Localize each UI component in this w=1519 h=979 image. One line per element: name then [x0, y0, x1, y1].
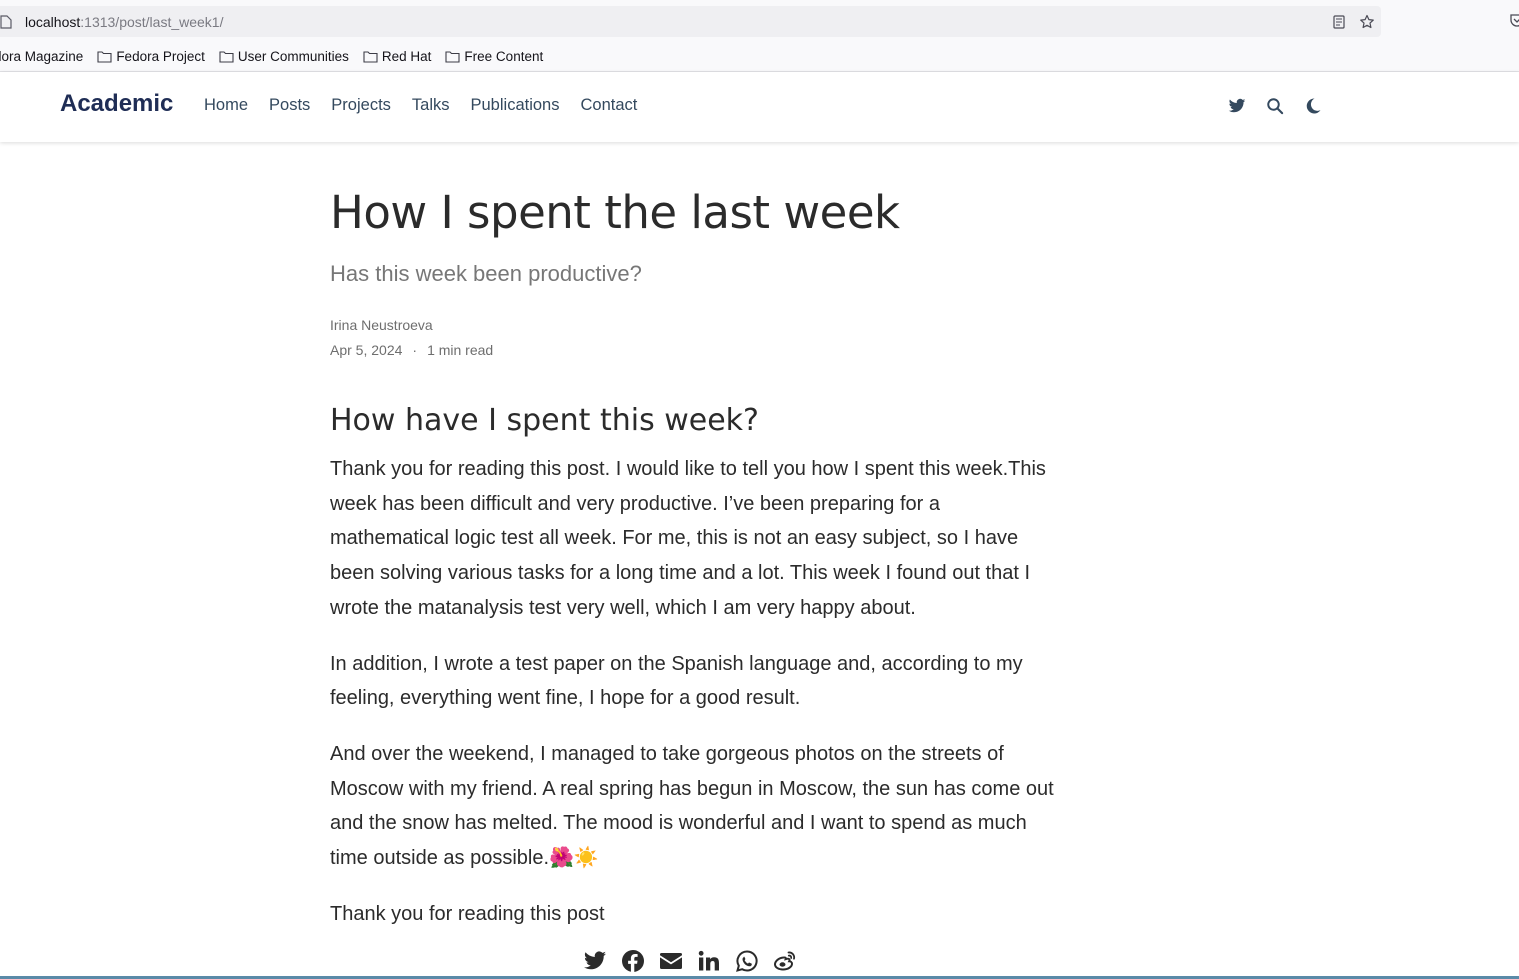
bookmark-user-communities[interactable]: User Communities	[219, 49, 349, 64]
nav-link-posts[interactable]: Posts	[269, 96, 310, 115]
bookmark-label: Fedora Project	[116, 48, 205, 64]
bookmark-fedora-magazine[interactable]: dora Magazine	[0, 49, 83, 64]
paragraph: Thank you for reading this post	[330, 902, 605, 925]
nav-link-projects[interactable]: Projects	[331, 96, 391, 115]
nav-link-home[interactable]: Home	[204, 96, 248, 115]
paragraph: In addition, I wrote a test paper on the…	[330, 652, 1023, 710]
reading-time: 1 min read	[427, 342, 494, 358]
nav-icons	[1228, 97, 1322, 115]
nav-link-publications[interactable]: Publications	[471, 96, 560, 115]
url-text[interactable]: localhost:1313/post/last_week1/	[25, 14, 223, 30]
paragraph: And over the weekend, I managed to take …	[330, 742, 1054, 870]
email-icon[interactable]	[659, 949, 683, 973]
pocket-icon[interactable]	[1509, 12, 1519, 28]
url-path: :1313/post/last_week1/	[80, 13, 224, 30]
bookmark-label: dora Magazine	[0, 48, 84, 64]
bookmark-label: User Communities	[237, 48, 349, 64]
bookmark-red-hat[interactable]: Red Hat	[363, 48, 432, 64]
moon-icon[interactable]	[1304, 97, 1322, 115]
whatsapp-icon[interactable]	[735, 949, 759, 973]
site-navbar: Academic Home Posts Projects Talks Publi…	[0, 72, 1519, 142]
nav-link-talks[interactable]: Talks	[412, 96, 450, 115]
article-title: How I spent the last week	[330, 186, 900, 239]
url-actions	[1331, 6, 1375, 37]
url-host: localhost	[25, 13, 81, 30]
facebook-icon[interactable]	[621, 949, 645, 973]
url-bar[interactable]: localhost:1313/post/last_week1/	[0, 6, 1381, 37]
page-icon	[0, 14, 12, 29]
nav-links: Home Posts Projects Talks Publications C…	[204, 96, 637, 115]
meta-separator: ·	[412, 342, 418, 358]
bookmark-star-icon[interactable]	[1359, 14, 1375, 30]
bookmark-free-content[interactable]: Free Content	[445, 49, 543, 64]
article-author[interactable]: Irina Neustroeva	[330, 317, 433, 333]
folder-icon	[445, 50, 460, 63]
folder-icon	[363, 50, 378, 63]
twitter-icon[interactable]	[583, 949, 607, 973]
folder-icon	[219, 50, 234, 63]
folder-icon	[97, 50, 112, 63]
bookmark-label: Free Content	[464, 48, 544, 64]
share-bar	[583, 949, 797, 973]
article-body: Thank you for reading this post. I would…	[330, 452, 1055, 952]
article-meta: Apr 5, 2024 · 1 min read	[330, 342, 493, 358]
reader-view-icon[interactable]	[1331, 14, 1347, 30]
browser-chrome: localhost:1313/post/last_week1/ dora Mag…	[0, 0, 1519, 72]
article-subtitle: Has this week been productive?	[330, 261, 642, 286]
twitter-icon[interactable]	[1228, 97, 1246, 115]
search-icon[interactable]	[1266, 97, 1284, 115]
bookmark-fedora-project[interactable]: Fedora Project	[97, 49, 205, 64]
linkedin-icon[interactable]	[697, 949, 721, 973]
site-brand[interactable]: Academic	[60, 90, 173, 118]
section-heading: How have I spent this week?	[330, 403, 759, 438]
bookmarks-toolbar: dora Magazine Fedora Project User Commun…	[0, 44, 557, 68]
weibo-icon[interactable]	[773, 949, 797, 973]
nav-link-contact[interactable]: Contact	[580, 96, 637, 115]
bookmark-label: Red Hat	[381, 48, 432, 64]
paragraph: Thank you for reading this post. I would…	[330, 458, 1046, 619]
article-date: Apr 5, 2024	[330, 342, 403, 358]
